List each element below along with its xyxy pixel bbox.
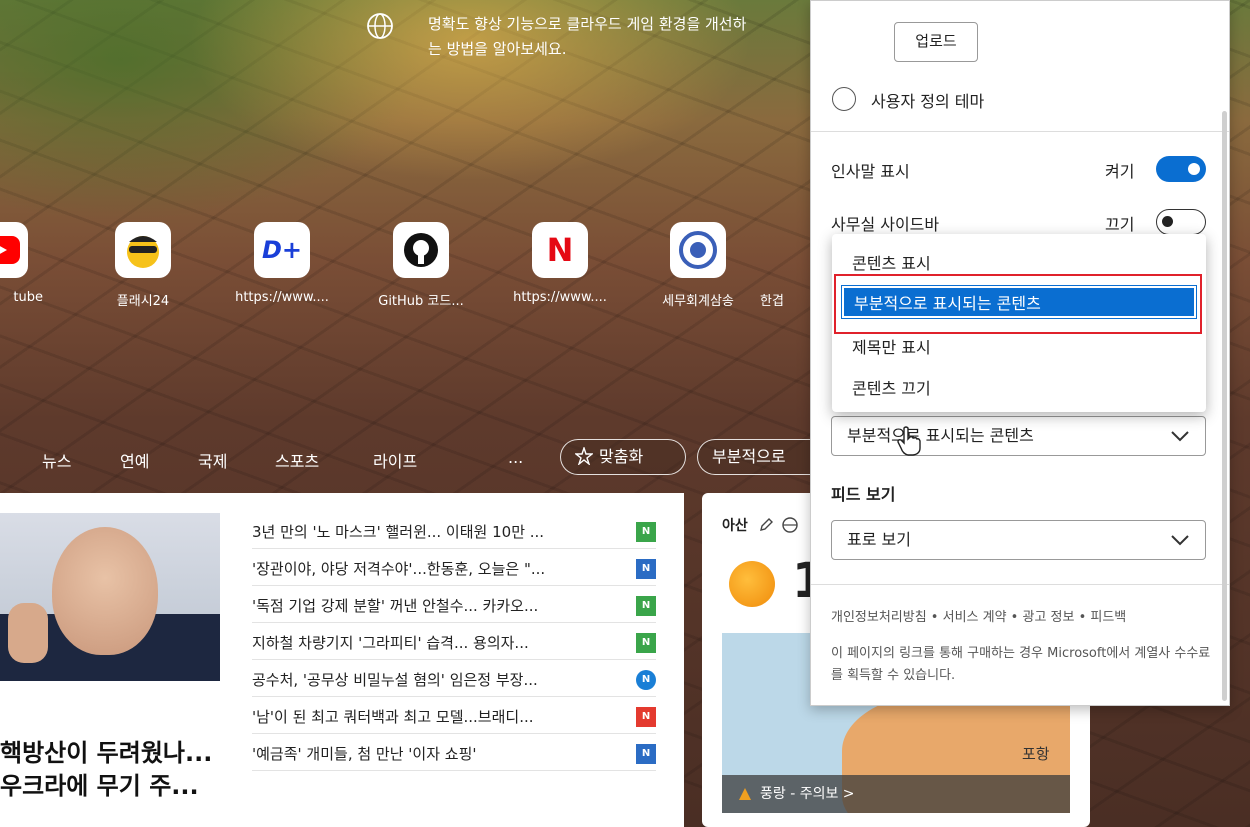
quick-link-label: 한겹 — [760, 294, 784, 309]
tax-office-icon — [670, 222, 726, 278]
quick-link-youtube[interactable]: tube — [0, 222, 55, 305]
publisher-icon: N — [636, 743, 656, 764]
quick-link-partial[interactable]: 한겹 — [760, 222, 810, 309]
menu-option-titles-only[interactable]: 제목만 표시 — [852, 334, 931, 358]
edit-pencil-icon[interactable] — [759, 518, 773, 532]
nav-news[interactable]: 뉴스 — [42, 448, 71, 472]
layout-pill-button[interactable]: 부분적으로 — [697, 439, 812, 475]
news-item[interactable]: 지하철 차량기지 '그라피티' 습격... 용의자... N — [252, 626, 656, 660]
map-city-label: 포항 — [1022, 745, 1050, 763]
publisher-icon: N — [636, 706, 656, 727]
publisher-icon: N — [636, 558, 656, 579]
location-globe-icon[interactable] — [781, 517, 798, 533]
chevron-down-icon — [1171, 431, 1189, 442]
news-title: 지하철 차량기지 '그라피티' 습격... 용의자... — [252, 634, 529, 652]
disney-plus-icon: D+ — [254, 222, 310, 278]
alert-text: 풍랑 - 주의보 > — [760, 786, 855, 802]
news-title: '장관이야, 야당 저격수야'...한동훈, 오늘은 "... — [252, 560, 546, 578]
chevron-down-icon — [1171, 535, 1189, 546]
quick-link-label: https://www.... — [235, 290, 329, 305]
nav-sports[interactable]: 스포츠 — [275, 448, 319, 472]
greeting-toggle[interactable] — [1156, 156, 1206, 182]
person-hand — [8, 603, 48, 663]
promo-text[interactable]: 명확도 향상 기능으로 클라우드 게임 환경을 개선하는 방법을 알아보세요. — [428, 12, 758, 62]
news-title: 3년 만의 '노 마스크' 핼러윈... 이태원 10만 ... — [252, 523, 545, 541]
news-list: 3년 만의 '노 마스크' 핼러윈... 이태원 10만 ... N '장관이야,… — [252, 515, 656, 774]
quick-link-label: 플래시24 — [116, 294, 170, 309]
news-item[interactable]: 3년 만의 '노 마스크' 핼러윈... 이태원 10만 ... N — [252, 515, 656, 549]
panel-scrollbar[interactable] — [1222, 111, 1227, 701]
publisher-icon: N — [636, 669, 656, 690]
news-card: 핵방산이 두려웠나... 우크라에 무기 주... 3년 만의 '노 마스크' … — [0, 493, 684, 827]
nav-life[interactable]: 라이프 — [373, 448, 417, 472]
news-item[interactable]: 공수처, '공무상 비밀누설 혐의' 임은정 부장... N — [252, 663, 656, 697]
flash24-icon — [115, 222, 171, 278]
quick-link-label: 세무회계삼송 — [662, 294, 734, 309]
footer-note: 이 페이지의 링크를 통해 구매하는 경우 Microsoft에서 계열사 수수… — [831, 646, 1211, 683]
divider — [811, 131, 1229, 132]
weather-alert[interactable]: 풍랑 - 주의보 > — [722, 775, 1070, 813]
nav-world[interactable]: 국제 — [198, 448, 227, 472]
menu-option-show-content[interactable]: 콘텐츠 표시 — [852, 250, 931, 274]
office-sidebar-label: 사무실 사이드바 — [831, 215, 940, 234]
headline-line-2: 우크라에 무기 주... — [0, 772, 199, 800]
footer-links[interactable]: 개인정보처리방침 • 서비스 계약 • 광고 정보 • 피드백 — [831, 607, 1211, 629]
personalize-label: 맞춤화 — [599, 447, 644, 466]
warning-icon — [739, 788, 751, 800]
news-item[interactable]: '독점 기업 강제 분할' 꺼낸 안철수... 카카오... N — [252, 589, 656, 623]
quick-link-netflix[interactable]: N https://www.... — [505, 222, 615, 305]
nav-entertainment[interactable]: 연예 — [120, 448, 149, 472]
greeting-label: 인사말 표시 — [831, 162, 910, 181]
hand-cursor-icon — [897, 426, 921, 456]
publisher-icon: N — [636, 521, 656, 542]
news-title: '예금족' 개미들, 첨 만난 '이자 쇼핑' — [252, 745, 477, 763]
quick-link-disney[interactable]: D+ https://www.... — [227, 222, 337, 305]
headline-line-1: 핵방산이 두려웠나... — [0, 739, 213, 767]
news-item[interactable]: '예금족' 개미들, 첨 만난 '이자 쇼핑' N — [252, 737, 656, 771]
youtube-icon — [0, 222, 28, 278]
news-title: 공수처, '공무상 비밀누설 혐의' 임은정 부장... — [252, 671, 538, 689]
highlight-box — [834, 274, 1202, 334]
quick-link-label: tube — [13, 290, 43, 305]
news-title: '독점 기업 강제 분할' 꺼낸 안철수... 카카오... — [252, 597, 539, 615]
news-title: '남'이 된 최고 쿼터백과 최고 모델...브래디... — [252, 708, 534, 726]
publisher-icon: N — [636, 632, 656, 653]
news-item[interactable]: '장관이야, 야당 저격수야'...한동훈, 오늘은 "... N — [252, 552, 656, 586]
news-item[interactable]: '남'이 된 최고 쿼터백과 최고 모델...브래디... N — [252, 700, 656, 734]
nav-more[interactable]: ... — [508, 448, 523, 467]
quick-link-github[interactable]: GitHub 코드... — [366, 222, 476, 309]
globe-icon — [367, 13, 393, 39]
publisher-icon: N — [636, 595, 656, 616]
pencil-star-icon — [574, 445, 594, 467]
sunny-icon — [729, 561, 775, 607]
weather-location[interactable]: 아산 — [722, 515, 798, 535]
location-label: 아산 — [722, 518, 748, 534]
quick-link-flash24[interactable]: 플래시24 — [88, 222, 198, 309]
office-sidebar-state: 끄기 — [1105, 215, 1135, 234]
github-icon — [393, 222, 449, 278]
office-sidebar-toggle[interactable] — [1156, 209, 1206, 235]
feature-headline[interactable]: 핵방산이 두려웠나... 우크라에 무기 주... — [0, 737, 212, 803]
netflix-icon: N — [532, 222, 588, 278]
custom-theme-label: 사용자 정의 테마 — [871, 92, 985, 111]
feature-photo[interactable] — [0, 513, 220, 681]
greeting-state: 켜기 — [1105, 162, 1135, 181]
custom-theme-radio[interactable] — [832, 87, 856, 111]
content-select-value: 부분적으로 표시되는 콘텐츠 — [847, 426, 1034, 445]
quick-link-label: https://www.... — [513, 290, 607, 305]
upload-button[interactable]: 업로드 — [894, 22, 978, 62]
divider — [811, 584, 1229, 585]
personalize-button[interactable]: 맞춤화 — [560, 439, 686, 475]
person-face — [52, 527, 158, 655]
feed-view-select[interactable]: 표로 보기 — [831, 520, 1206, 560]
feed-view-label: 피드 보기 — [831, 485, 896, 504]
quick-link-label: GitHub 코드... — [378, 294, 464, 309]
menu-option-content-off[interactable]: 콘텐츠 끄기 — [852, 375, 931, 399]
quick-link-tax-office[interactable]: 세무회계삼송 — [643, 222, 753, 309]
content-display-select[interactable]: 부분적으로 표시되는 콘텐츠 — [831, 416, 1206, 456]
feed-view-value: 표로 보기 — [847, 530, 911, 549]
